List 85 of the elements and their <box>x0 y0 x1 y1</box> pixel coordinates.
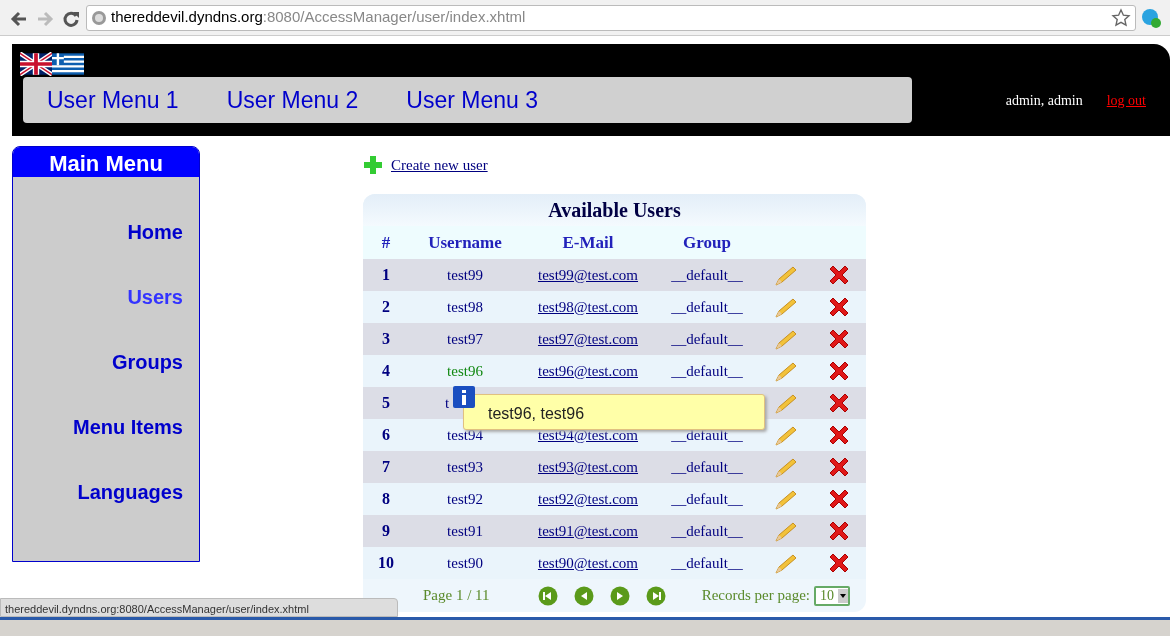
column-header: Username <box>427 231 503 254</box>
star-icon[interactable] <box>1111 7 1131 28</box>
email-link[interactable]: test99@test.com <box>537 266 639 283</box>
email-link[interactable]: test93@test.com <box>537 458 639 475</box>
email-link[interactable]: test92@test.com <box>537 490 639 507</box>
tooltip-text: test96, test96 <box>488 405 585 422</box>
edit-icon[interactable] <box>773 488 798 511</box>
edit-icon[interactable] <box>773 552 798 575</box>
create-user-link[interactable]: Create new user <box>391 153 488 177</box>
username-cell-text: test92 <box>446 489 484 509</box>
row-number: 6 <box>381 425 391 445</box>
user-menu-link[interactable]: User Menu 1 <box>47 82 179 118</box>
caret-icon <box>838 588 848 603</box>
username-cell-text: test97 <box>446 329 484 349</box>
column-header: Group <box>682 231 732 254</box>
group-cell: __default__ <box>671 362 743 379</box>
username-cell-text: test90 <box>446 553 484 573</box>
edit-icon[interactable] <box>773 392 798 415</box>
row-number: 4 <box>381 361 391 381</box>
group-cell: __default__ <box>671 298 743 315</box>
extension-icon[interactable] <box>1140 6 1162 29</box>
row-number: 9 <box>381 521 391 541</box>
row-number: 10 <box>377 553 395 573</box>
back-icon <box>10 10 28 29</box>
email-link[interactable]: test90@test.com <box>537 554 639 571</box>
email-link[interactable]: test94@test.com <box>537 426 639 443</box>
row-number: 5 <box>381 393 391 413</box>
main-menu-link[interactable]: Home <box>127 217 183 247</box>
edit-icon[interactable] <box>773 424 798 447</box>
records-label: Records per page: <box>701 586 810 606</box>
edit-icon[interactable] <box>773 264 798 287</box>
user-menu-link[interactable]: User Menu 2 <box>226 82 359 118</box>
edit-icon[interactable] <box>773 360 798 383</box>
username-cell-text: t <box>445 393 450 413</box>
main-menu-link[interactable]: Users <box>127 282 183 312</box>
column-header: # <box>380 231 392 254</box>
email-link[interactable]: test98@test.com <box>537 298 639 315</box>
address-bar[interactable]: thereddevil.dyndns.org:8080/AccessManager/user/index.xhtml <box>86 4 1136 31</box>
main-menu-link[interactable]: Languages <box>77 477 183 507</box>
add-icon <box>363 155 383 175</box>
row-number: 7 <box>381 457 391 477</box>
edit-icon[interactable] <box>773 520 798 543</box>
records-select[interactable]: 10 <box>814 585 850 606</box>
logout-link[interactable]: log out <box>1106 89 1146 111</box>
group-cell: __default__ <box>671 458 743 475</box>
row-number: 3 <box>381 329 391 349</box>
edit-icon[interactable] <box>773 328 798 351</box>
username-cell-text: test94 <box>446 425 484 445</box>
reload-icon <box>62 10 80 29</box>
info-icon <box>453 386 475 408</box>
group-cell: __default__ <box>671 554 743 571</box>
main-menu-title: Main Menu <box>13 147 199 177</box>
column-header: E-Mail <box>561 231 615 254</box>
forward-icon <box>36 10 54 29</box>
username-cell-text: test93 <box>446 457 484 477</box>
username-cell-text: test91 <box>446 521 484 541</box>
group-cell: __default__ <box>671 426 743 443</box>
main-menu-link[interactable]: Menu Items <box>72 412 183 442</box>
username-cell-text: test99 <box>446 265 484 285</box>
group-cell: __default__ <box>671 330 743 347</box>
edit-icon[interactable] <box>773 296 798 319</box>
first-page-icon[interactable] <box>537 585 558 606</box>
uk-flag-icon[interactable] <box>20 52 52 76</box>
table-title: Available Users <box>548 198 681 223</box>
page-indicator: Page 1 / 11 <box>423 586 490 606</box>
user-name: admin, admin <box>1005 91 1083 110</box>
email-link[interactable]: test96@test.com <box>537 362 639 379</box>
username-cell-text: test98 <box>446 297 484 317</box>
email-link[interactable]: test91@test.com <box>537 522 639 539</box>
group-cell: __default__ <box>671 522 743 539</box>
last-page-icon[interactable] <box>645 585 666 606</box>
row-number: 8 <box>381 489 391 509</box>
row-number: 2 <box>381 297 391 317</box>
group-cell: __default__ <box>671 490 743 507</box>
greek-flag-icon[interactable] <box>52 52 84 76</box>
user-menu-link[interactable]: User Menu 3 <box>406 82 538 118</box>
username-cell-text: test96 <box>446 361 484 381</box>
group-cell: __default__ <box>671 266 743 283</box>
previous-page-icon[interactable] <box>573 585 594 606</box>
status-bar: thereddevil.dyndns.org:8080/AccessManager/user/index.xhtml <box>0 598 398 617</box>
row-number: 1 <box>381 265 391 285</box>
main-menu-link[interactable]: Groups <box>111 347 183 377</box>
email-link[interactable]: test97@test.com <box>537 330 639 347</box>
next-page-icon[interactable] <box>609 585 630 606</box>
edit-icon[interactable] <box>773 456 798 479</box>
